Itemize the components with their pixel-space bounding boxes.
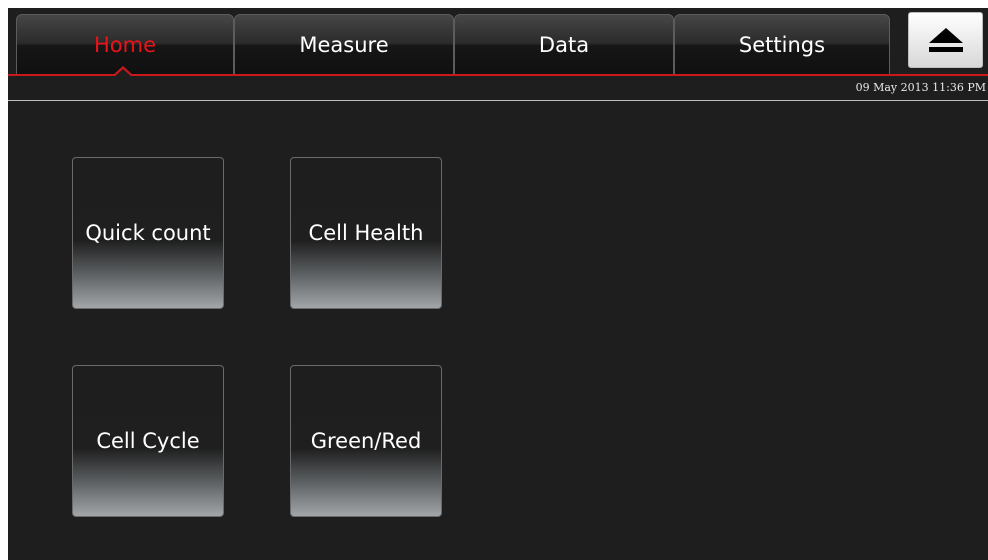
tile-cell-health-label: Cell Health [308,221,424,245]
tab-underline [8,74,988,76]
tab-measure[interactable]: Measure [234,14,454,74]
tile-green-red[interactable]: Green/Red [290,365,442,517]
eject-button[interactable] [908,12,983,68]
tab-bar: Home Measure Data Settings [8,8,988,78]
tab-data-label: Data [538,32,590,57]
active-tab-indicator-inner [114,69,132,77]
eject-icon-bar [928,47,963,52]
tab-data[interactable]: Data [454,14,674,74]
tile-quick-count[interactable]: Quick count [72,157,224,309]
tab-settings[interactable]: Settings [674,14,890,74]
datetime-display: 09 May 2013 11:36 PM [855,81,986,94]
tile-cell-cycle[interactable]: Cell Cycle [72,365,224,517]
eject-icon [928,28,963,43]
tab-settings-label: Settings [738,32,826,57]
tab-measure-label: Measure [299,32,389,57]
tile-green-red-label: Green/Red [310,429,422,453]
tile-quick-count-label: Quick count [85,221,211,245]
tab-home[interactable]: Home [16,14,234,74]
tab-home-label: Home [93,32,156,57]
tile-cell-cycle-label: Cell Cycle [96,429,200,453]
app-screen: Home Measure Data Settings 09 May 2013 1… [8,8,988,560]
header-divider [8,100,988,101]
tile-cell-health[interactable]: Cell Health [290,157,442,309]
